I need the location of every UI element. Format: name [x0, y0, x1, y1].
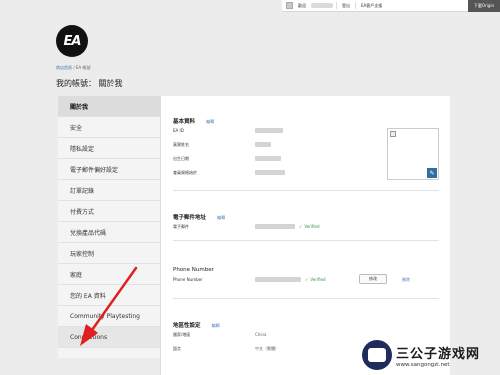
- phone-value-redacted: [255, 277, 301, 282]
- field-label: 會員資格始於: [173, 170, 197, 175]
- section-title: 電子郵件地址: [173, 215, 207, 221]
- sidebar: 關於我 安全 隱私設定 電子郵件偏好設定 訂單記錄 付費方式 兌換產品代碼 玩家…: [58, 96, 160, 358]
- sidebar-item-privacy[interactable]: 隱私設定: [58, 138, 160, 159]
- section-divider: [173, 240, 439, 241]
- checkmark-icon: ✓: [305, 277, 309, 282]
- birthdate-value-redacted: [255, 156, 281, 161]
- field-label: 語言: [173, 346, 181, 351]
- sidebar-item-email-preferences[interactable]: 電子郵件偏好設定: [58, 159, 160, 180]
- phone-verified-badge: ✓ Verified: [305, 277, 326, 282]
- section-title: Phone Number: [173, 267, 214, 273]
- phone-section: Phone Number: [173, 256, 439, 275]
- breadcrumb-home-link[interactable]: 商店首頁: [56, 65, 72, 70]
- name-value-redacted: [255, 142, 271, 147]
- field-label: 國家/地區: [173, 332, 191, 337]
- field-label: 出生日期: [173, 156, 189, 161]
- language-value: 中文（繁體）: [255, 346, 279, 351]
- field-label: 真實姓名: [173, 142, 189, 147]
- modify-phone-button[interactable]: 修改: [359, 274, 387, 284]
- page-title: 我的帳號： 關於我: [56, 79, 123, 88]
- watermark-logo-icon: [362, 340, 392, 370]
- edit-basic-link[interactable]: 編輯: [206, 119, 214, 124]
- user-avatar-icon[interactable]: [286, 2, 293, 9]
- watermark-name: 三公子游戏网: [396, 346, 481, 362]
- breadcrumb: 商店首頁 / EA 帳號: [56, 65, 90, 71]
- content-panel: 基本資料 編輯 EA ID 真實姓名 出生日期 會員資格始於 ✎ 電子郵件地址 …: [160, 96, 450, 375]
- section-title: 基本資料: [173, 119, 196, 125]
- section-title: 地區性設定: [173, 323, 201, 329]
- welcome-label: 歡迎: [298, 2, 306, 8]
- pencil-icon[interactable]: ✎: [427, 168, 437, 178]
- sidebar-item-community-playtesting[interactable]: Community Playtesting: [58, 306, 160, 327]
- email-section: 電子郵件地址 編輯: [173, 204, 439, 223]
- top-bar: 歡迎 登出 EA客戶支援 下載Origin: [282, 0, 500, 12]
- ea-id-value-redacted: [255, 128, 283, 133]
- country-value: China: [255, 332, 267, 337]
- sidebar-item-family[interactable]: 家庭: [58, 264, 160, 285]
- profile-picture: ✎: [387, 128, 439, 180]
- delete-phone-link[interactable]: 刪除: [402, 277, 410, 283]
- edit-email-link[interactable]: 編輯: [217, 215, 225, 220]
- phone-row: Phone Number ✓ Verified: [173, 277, 439, 285]
- broken-image-icon: [390, 131, 396, 137]
- breadcrumb-separator: /: [73, 65, 75, 70]
- member-since-value-redacted: [255, 170, 285, 175]
- basic-info-section: 基本資料 編輯: [173, 108, 439, 127]
- edit-region-link[interactable]: 編輯: [212, 323, 220, 328]
- sidebar-item-order-history[interactable]: 訂單記錄: [58, 180, 160, 201]
- sidebar-item-player-controls[interactable]: 玩家控制: [58, 243, 160, 264]
- sidebar-item-connections[interactable]: Connections: [58, 327, 160, 348]
- email-value-redacted: [255, 224, 295, 229]
- breadcrumb-current: EA 帳號: [75, 65, 91, 70]
- ea-logo[interactable]: EA: [56, 25, 88, 57]
- section-divider: [173, 190, 439, 191]
- sidebar-item-payment[interactable]: 付費方式: [58, 201, 160, 222]
- sidebar-item-about-me[interactable]: 關於我: [58, 96, 160, 117]
- field-label: 電子郵件: [173, 224, 189, 229]
- site-watermark: 三公子游戏网 www.sangongzi.net: [362, 337, 496, 373]
- help-link[interactable]: EA客戶支援: [356, 3, 387, 9]
- sidebar-item-your-ea-data[interactable]: 您的 EA 資料: [58, 285, 160, 306]
- logout-link[interactable]: 登出: [337, 3, 355, 9]
- sidebar-item-security[interactable]: 安全: [58, 117, 160, 138]
- field-label: Phone Number: [173, 277, 203, 282]
- email-verified-badge: ✓ Verified: [299, 224, 320, 229]
- email-row: 電子郵件 ✓ Verified: [173, 224, 439, 232]
- region-section: 地區性設定 編輯: [173, 312, 439, 331]
- username-redacted: [311, 3, 333, 8]
- field-label: EA ID: [173, 128, 184, 133]
- section-divider: [173, 298, 439, 299]
- download-origin-button[interactable]: 下載Origin: [467, 0, 500, 12]
- watermark-url: www.sangongzi.net: [396, 361, 450, 368]
- checkmark-icon: ✓: [299, 224, 303, 229]
- sidebar-item-redeem-code[interactable]: 兌換產品代碼: [58, 222, 160, 243]
